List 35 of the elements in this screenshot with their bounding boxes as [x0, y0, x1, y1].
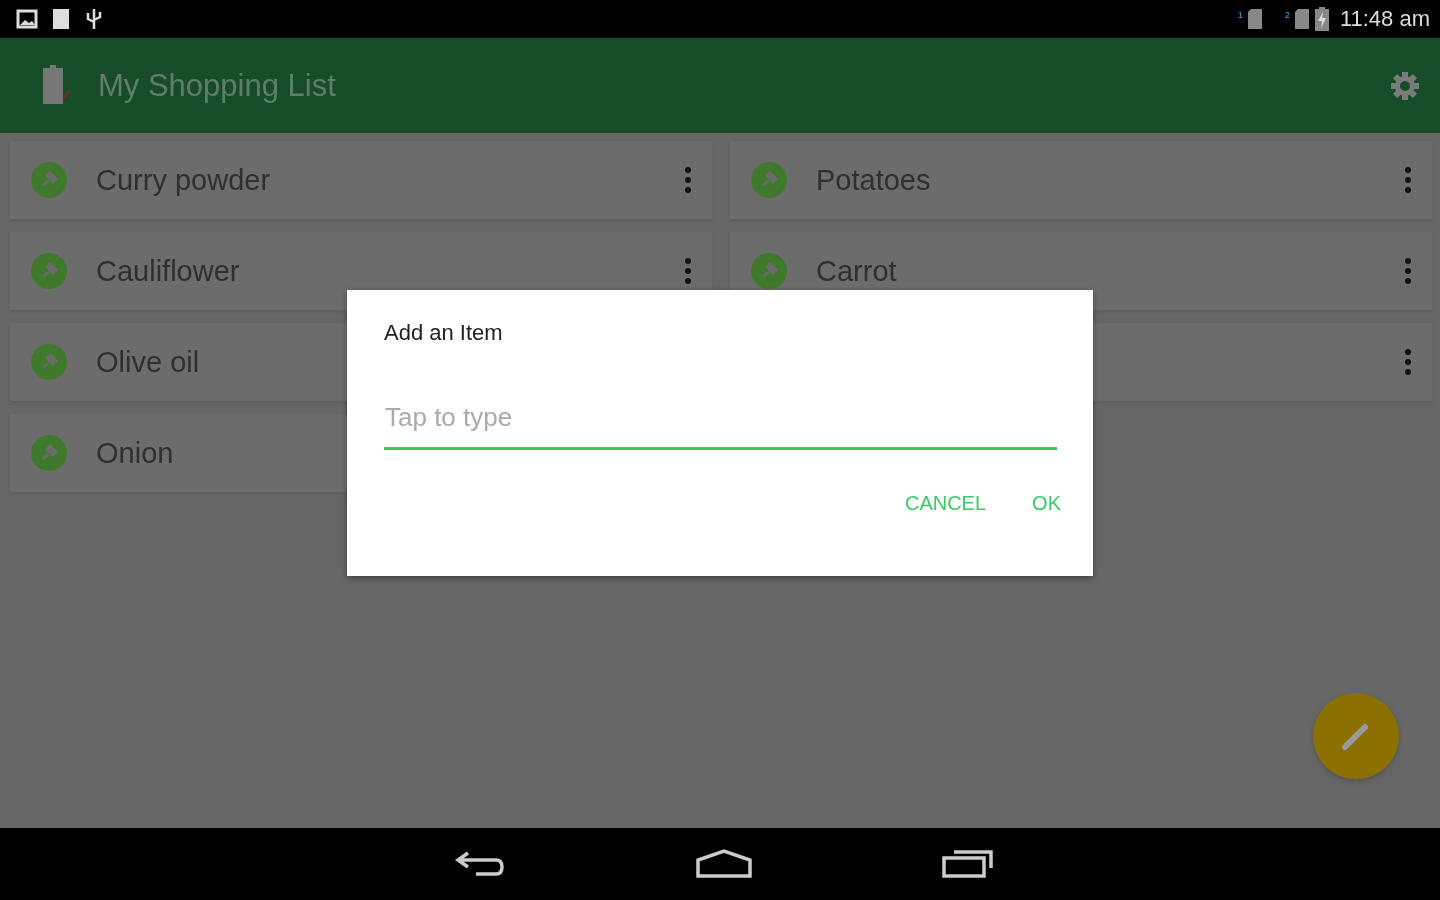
usb-icon: [84, 7, 104, 31]
dialog-button[interactable]: OK: [1016, 484, 1077, 523]
item-name: Onion: [96, 436, 175, 470]
sim-number: 1: [1237, 10, 1243, 20]
list-item-card[interactable]: Curry powder: [10, 141, 712, 219]
recent-apps-icon[interactable]: [942, 848, 994, 880]
item-name: Olive oil: [96, 345, 201, 379]
more-options-icon[interactable]: [684, 257, 692, 285]
sim-number: 2: [1284, 10, 1290, 20]
dialog-button[interactable]: CANCEL: [888, 484, 1003, 523]
pin-icon: [750, 161, 788, 199]
app-title: My Shopping List: [98, 67, 337, 104]
more-options-icon[interactable]: [1404, 166, 1412, 194]
battery-charging-icon: [1313, 6, 1330, 32]
item-name: Carrot: [816, 254, 898, 288]
item-name: Potatoes: [816, 163, 932, 197]
home-icon[interactable]: [696, 848, 752, 880]
list-item-card[interactable]: Potatoes: [730, 141, 1432, 219]
image-icon: [16, 9, 38, 29]
pin-icon: [30, 343, 68, 381]
pin-icon: [30, 161, 68, 199]
more-options-icon[interactable]: [684, 166, 692, 194]
sd-card-icon: [52, 8, 70, 30]
dialog-title: Add an Item: [384, 320, 504, 346]
pin-icon: [750, 252, 788, 290]
item-name: Curry powder: [96, 163, 272, 197]
settings-icon[interactable]: [1390, 70, 1420, 101]
item-name: Cauliflower: [96, 254, 241, 288]
sim-card-icon: [1293, 8, 1310, 30]
sim-card-icon: [1246, 8, 1263, 30]
clock-time: 11:48 am: [1339, 6, 1430, 32]
pin-icon: [30, 252, 68, 290]
more-options-icon[interactable]: [1404, 257, 1412, 285]
pin-icon: [30, 434, 68, 472]
more-options-icon[interactable]: [1404, 348, 1412, 376]
